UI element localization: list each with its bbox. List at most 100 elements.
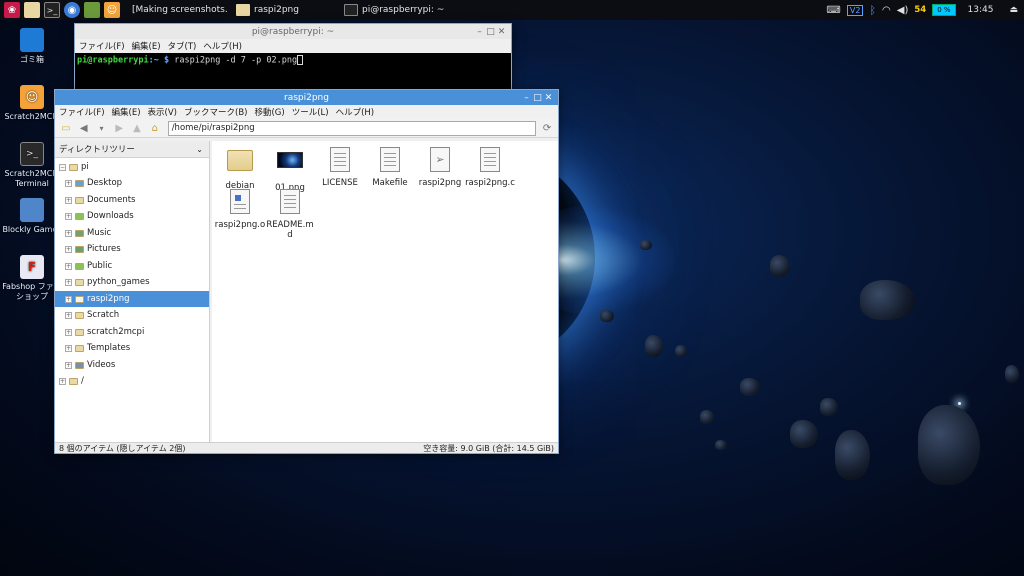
wallpaper-asteroid: [600, 310, 614, 322]
expand-icon[interactable]: +: [65, 212, 72, 220]
terminal-titlebar[interactable]: pi@raspberrypi: ~ – □ ✕: [75, 24, 511, 39]
tree-item-music[interactable]: + Music: [55, 225, 209, 241]
tree-item-label: Videos: [87, 360, 116, 370]
maximize-icon[interactable]: □: [532, 93, 543, 103]
menu-view[interactable]: 表示(V): [148, 106, 177, 118]
menu-file[interactable]: ファイル(F): [79, 40, 125, 52]
tree-item-public[interactable]: + Public: [55, 258, 209, 274]
item-count-status: 8 個のアイテム (隠しアイテム 2個): [59, 443, 186, 453]
expand-icon[interactable]: +: [65, 196, 72, 204]
terminal-launcher-icon[interactable]: >_: [44, 2, 60, 18]
desktop-icon-trash[interactable]: ゴミ箱: [1, 28, 63, 65]
file-manager-menubar: ファイル(F) 編集(E) 表示(V) ブックマーク(B) 移動(G) ツール(…: [55, 105, 558, 119]
menu-bookmarks[interactable]: ブックマーク(B): [184, 106, 247, 118]
forward-icon[interactable]: ▶: [112, 121, 126, 135]
scratch-launcher-icon[interactable]: ☺: [104, 2, 120, 18]
reload-icon[interactable]: ⟳: [540, 121, 554, 135]
expand-icon[interactable]: +: [65, 295, 72, 303]
file-manager-launcher-icon[interactable]: [24, 2, 40, 18]
tree-item-pictures[interactable]: + Pictures: [55, 241, 209, 257]
taskbar-task-terminal[interactable]: pi@raspberrypi: ~: [340, 1, 450, 19]
back-icon[interactable]: ◀: [77, 121, 91, 135]
file-manager-titlebar[interactable]: raspi2png – □ ✕: [55, 90, 558, 105]
expand-icon[interactable]: +: [65, 361, 72, 369]
tree-item-documents[interactable]: + Documents: [55, 192, 209, 208]
public-folder-icon: [75, 262, 84, 270]
vnc-icon[interactable]: V2: [846, 4, 864, 16]
tree-item-pi[interactable]: − pi: [55, 159, 209, 175]
path-input[interactable]: /home/pi/raspi2png: [167, 120, 537, 136]
file-item-raspi2png-binary[interactable]: ➢ raspi2png: [414, 147, 466, 188]
expand-icon[interactable]: +: [65, 262, 72, 270]
file-view-pane[interactable]: debian 01.png LICENSE Makefile ➢ raspi2p…: [212, 141, 558, 442]
file-item-01-png[interactable]: 01.png: [264, 147, 316, 193]
menu-help[interactable]: ヘルプ(H): [336, 106, 375, 118]
eject-icon[interactable]: ⏏: [1009, 5, 1018, 15]
expand-icon[interactable]: +: [65, 311, 72, 319]
clock[interactable]: 13:45: [968, 5, 994, 15]
history-dropdown-icon[interactable]: ▾: [95, 121, 109, 135]
tree-item-python-games[interactable]: + python_games: [55, 274, 209, 290]
tree-item-label: pi: [81, 162, 89, 172]
file-item-raspi2png-o[interactable]: raspi2png.o: [214, 189, 266, 230]
expand-icon[interactable]: +: [65, 245, 72, 253]
menu-tools[interactable]: ツール(L): [292, 106, 329, 118]
file-item-readme[interactable]: README.md: [264, 189, 316, 240]
expand-icon[interactable]: +: [65, 278, 72, 286]
menu-go[interactable]: 移動(G): [254, 106, 284, 118]
tree-item-label: Public: [87, 261, 113, 271]
raspberry-menu-icon[interactable]: ❀: [4, 2, 20, 18]
file-item-license[interactable]: LICENSE: [314, 147, 366, 188]
chevron-down-icon[interactable]: ⌄: [196, 145, 203, 154]
folder-icon: [75, 295, 84, 303]
maximize-icon[interactable]: □: [485, 27, 496, 37]
minecraft-launcher-icon[interactable]: [84, 2, 100, 18]
new-tab-icon[interactable]: ▭: [59, 121, 73, 135]
file-item-makefile[interactable]: Makefile: [364, 147, 416, 188]
cpu-temperature: 54: [914, 5, 927, 15]
tree-item-desktop[interactable]: + Desktop: [55, 175, 209, 191]
tree-item-downloads[interactable]: + Downloads: [55, 208, 209, 224]
expand-icon[interactable]: +: [65, 344, 72, 352]
tree-item-label: raspi2png: [87, 294, 130, 304]
wallpaper-asteroid: [918, 405, 980, 485]
tree-item-root[interactable]: + /: [55, 373, 209, 389]
wallpaper-asteroid: [645, 335, 663, 357]
minimize-icon[interactable]: –: [474, 27, 485, 37]
home-icon[interactable]: ⌂: [148, 121, 162, 135]
menu-edit[interactable]: 編集(E): [132, 40, 161, 52]
file-item-raspi2png-c[interactable]: raspi2png.c: [464, 147, 516, 188]
expand-icon[interactable]: +: [65, 328, 72, 336]
menu-tabs[interactable]: タブ(T): [168, 40, 197, 52]
close-icon[interactable]: ✕: [496, 27, 507, 37]
expand-icon[interactable]: +: [65, 179, 72, 187]
menu-edit[interactable]: 編集(E): [112, 106, 141, 118]
expand-icon[interactable]: +: [59, 377, 66, 385]
minimize-icon[interactable]: –: [521, 93, 532, 103]
wallpaper-asteroid: [860, 280, 915, 320]
up-icon[interactable]: ▲: [130, 121, 144, 135]
expand-icon[interactable]: +: [65, 229, 72, 237]
bluetooth-icon[interactable]: ᛒ: [869, 4, 876, 17]
tree-item-videos[interactable]: + Videos: [55, 357, 209, 373]
menu-file[interactable]: ファイル(F): [59, 106, 105, 118]
taskbar-task-browser[interactable]: [Making screenshots...: [124, 1, 228, 19]
volume-icon[interactable]: ◀): [897, 5, 909, 16]
object-file-icon: [227, 189, 253, 215]
browser-launcher-icon[interactable]: ◉: [64, 2, 80, 18]
wifi-icon[interactable]: ◠: [882, 5, 891, 16]
tree-item-raspi2png[interactable]: + raspi2png: [55, 291, 209, 307]
terminal-output[interactable]: pi@raspberrypi:~ $ raspi2png -d 7 -p 02.…: [75, 53, 511, 93]
menu-help[interactable]: ヘルプ(H): [203, 40, 242, 52]
taskbar-task-file-manager[interactable]: raspi2png: [232, 1, 336, 19]
tree-item-scratch2mcpi[interactable]: + scratch2mcpi: [55, 324, 209, 340]
image-thumbnail-icon: [277, 152, 303, 178]
terminal-cursor: [297, 55, 304, 65]
tree-item-templates[interactable]: + Templates: [55, 340, 209, 356]
keyboard-icon[interactable]: ⌨: [826, 5, 840, 16]
close-icon[interactable]: ✕: [543, 93, 554, 103]
directory-tree-header[interactable]: ディレクトリツリー ⌄: [55, 141, 209, 158]
tree-item-scratch[interactable]: + Scratch: [55, 307, 209, 323]
collapse-icon[interactable]: −: [59, 163, 66, 171]
file-item-debian[interactable]: debian: [214, 147, 266, 191]
